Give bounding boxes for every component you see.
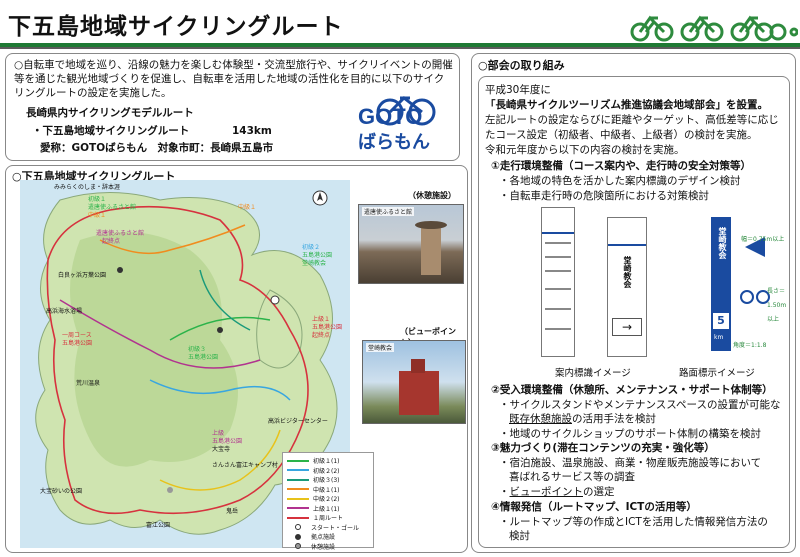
bullet: ・宿泊施設、温泉施設、商業・物産販売施設等において <box>499 457 762 469</box>
map-label: 大宝寺 <box>212 446 231 453</box>
guide-sign-image <box>541 207 575 357</box>
bullet-continued: 検討 <box>509 530 530 542</box>
map-label: 高浜ビジターセンター <box>268 418 328 425</box>
bullet-continued: 喜ばれるサービス等の調査 <box>509 471 635 483</box>
bullet: ・サイクルスタンドやメンテナンススペースの設置が可能な <box>499 399 781 411</box>
bullet: ・各地域の特色を活かした案内標識のデザイン検討 <box>499 175 741 187</box>
legend-swatch <box>287 497 309 500</box>
goto-baramon-logo: GOTO ばらもん <box>350 94 446 153</box>
text-line: 左記ルートの設定ならびに距離やターゲット、高低差等に応じ <box>485 114 779 126</box>
model-route-label: 長崎県内サイクリングモデルルート <box>26 107 194 119</box>
legend-swatch <box>287 469 309 472</box>
rest-photo-caption: （休憩施設） <box>408 191 456 200</box>
header-rule-shadow <box>0 47 800 49</box>
legend-swatch <box>287 478 309 481</box>
road-width-note: 幅＝0.75m以上 <box>741 236 785 243</box>
legend-item: 上級１(1) <box>287 504 369 514</box>
route-name: ・下五島地域サイクリングルート <box>32 125 190 137</box>
viewpoint-photo-label: 堂崎教会 <box>366 343 395 352</box>
bicycles-icon <box>630 15 798 42</box>
section-heading: ②受入環境整備（休憩所、メンテナンス・サポート体制等） <box>491 384 773 396</box>
map-label: 荒川温泉 <box>76 380 101 387</box>
map-label: 堂崎教会 <box>302 260 327 267</box>
map-label: 大宝砂いの公園 <box>40 488 83 495</box>
map-legend: 初級１(1) 初級２(2) 初級３(3) 中級１(1) 中級２(2) 上級１(1… <box>282 452 374 551</box>
legend-item: 拠点施設 <box>287 532 369 542</box>
road-marking-caption: 路面標示イメージ <box>679 368 755 379</box>
north-arrow-icon <box>312 190 328 206</box>
map-label: 五島港公園 <box>62 340 93 347</box>
start-goal-marker <box>270 295 280 305</box>
rest-photo-label: 遣唐使ふるさと館 <box>362 207 415 216</box>
text-line: 平成30年度に <box>485 84 551 96</box>
initiatives-panel: ○部会の取り組み 平成30年度に 「長崎県サイクルツーリズム推進協議会地域部会」… <box>471 53 796 553</box>
legend-item: １周ルート <box>287 513 369 523</box>
legend-item: 初級１(1) <box>287 456 369 466</box>
route-distance: 143km <box>232 125 272 137</box>
legend-swatch <box>287 507 309 510</box>
text-line: 令和元年度から以下の内容の検討を実施。 <box>485 144 685 156</box>
section-heading: ③魅力づくり(滞在コンテンツの充実・強化等） <box>491 442 715 454</box>
legend-item: スタート・ゴール <box>287 523 369 533</box>
initiatives-box: 平成30年度に 「長崎県サイクルツーリズム推進協議会地域部会」を設置。 左記ルー… <box>478 76 790 548</box>
map-label: 中級１ <box>238 204 257 211</box>
route-map-panel: ○下五島地域サイクリングルート みみらくのしま・辞本涯 初級１ 遣唐使ふるさと館… <box>5 165 468 553</box>
map-label: 五島港公園 <box>188 354 219 361</box>
viewpoint-photo: 堂崎教会 <box>362 340 466 424</box>
logo-bottom-text: ばらもん <box>358 132 430 152</box>
legend-dot <box>295 543 301 550</box>
map-label: 起終点 <box>312 332 331 339</box>
road-length-note: 長さ＝1.50m以上 <box>767 288 787 323</box>
legend-dot <box>295 524 301 531</box>
map-label: さんさん富江キャンプ村 <box>212 462 278 469</box>
bullet-continued: 既存休憩施設の活用手法を検討 <box>509 413 656 425</box>
legend-item: 休憩施設 <box>287 542 369 552</box>
legend-item: 初級３(3) <box>287 475 369 485</box>
legend-item: 中級１(1) <box>287 485 369 495</box>
bullet: ・地域のサイクルショップのサポート体制の構築を検討 <box>499 428 761 440</box>
map-label: 高浜海水浴場 <box>46 308 83 315</box>
bullet: ・自転車走行時の危険箇所における対策検討 <box>499 190 709 202</box>
guide-sign-caption: 案内標識イメージ <box>555 368 631 379</box>
guide-sign-church-image: 堂崎教会 → <box>607 217 647 357</box>
road-angle-note: 角度＝1:1.8 <box>733 342 767 349</box>
page-title: 下五島地域サイクリングルート <box>8 14 344 40</box>
rest-facility-photo: 遣唐使ふるさと館 <box>358 204 464 284</box>
map-label: 富江公園 <box>146 522 171 529</box>
route-alias: 愛称：GOTOばらもん 対象市町：長崎県五島市 <box>40 142 274 154</box>
map-label: 白良ヶ浜万葉公園 <box>58 272 107 279</box>
legend-item: 初級２(2) <box>287 466 369 476</box>
header: 下五島地域サイクリングルート <box>0 0 800 50</box>
map-label: 鬼岳 <box>226 508 239 515</box>
map-label: 起終点 <box>102 238 121 245</box>
intro-box: ○自転車で地域を巡り、沿線の魅力を楽しむ体験型・交流型旅行や、サイクリイベントの… <box>5 53 460 161</box>
text-line: 「長崎県サイクルツーリズム推進協議会地域部会」を設置。 <box>485 99 768 111</box>
map-label: みみらくのしま・辞本涯 <box>54 184 121 191</box>
map-label: 中級１ <box>88 212 107 219</box>
legend-dot <box>295 533 301 540</box>
legend-swatch <box>287 516 309 519</box>
text-line: たコース設定（初級者、中級者、上級者）の検討を実施。 <box>485 129 758 141</box>
bullet: ・ビューポイントの選定 <box>499 486 615 498</box>
bullet: ・ルートマップ等の作成とICTを活用した情報発信方法の <box>499 516 768 528</box>
legend-swatch <box>287 488 309 491</box>
sign-church-text: 堂崎教会 <box>623 256 632 288</box>
logo-top-text: GOTO <box>358 104 422 129</box>
legend-swatch <box>287 459 309 462</box>
section-heading: ①走行環境整備（コース案内や、走行時の安全対策等） <box>491 160 752 172</box>
legend-item: 中級２(2) <box>287 494 369 504</box>
bicycle-logo-icon: GOTO ばらもん <box>358 96 436 153</box>
section-heading: ④情報発信（ルートマップ、ICTの活用等） <box>491 501 697 513</box>
road-marking-image: 堂崎教会 5 km <box>711 217 731 351</box>
initiatives-title: ○部会の取り組み <box>478 59 565 72</box>
